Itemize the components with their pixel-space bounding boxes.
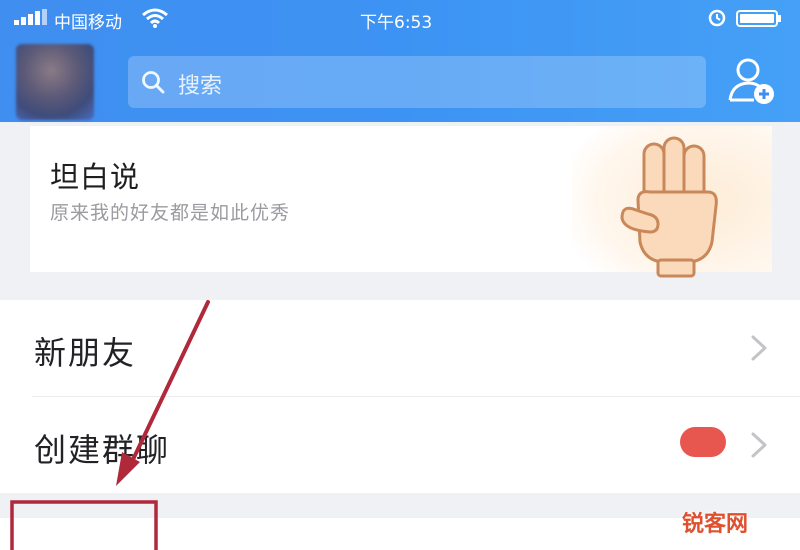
header: 中国移动 下午6:53 搜索 [0, 0, 800, 122]
list-item-new-friends[interactable]: 新朋友 [0, 300, 800, 396]
status-time: 下午6:53 [360, 13, 433, 33]
chevron-right-icon [751, 432, 767, 458]
chevron-right-icon [751, 335, 767, 361]
card-subtitle: 原来我的好友都是如此优秀 [50, 202, 291, 224]
avatar[interactable] [16, 44, 94, 120]
next-list-row [0, 518, 800, 550]
battery-icon [736, 10, 781, 27]
notification-badge [680, 427, 726, 457]
signal-icon [14, 9, 47, 25]
three-finger-hand-icon [620, 136, 718, 278]
watermark-text: 锐客网 [682, 512, 749, 537]
search-placeholder: 搜索 [178, 74, 223, 99]
add-friend-icon[interactable] [724, 54, 780, 108]
carrier-name: 中国移动 [54, 13, 122, 33]
search-icon [142, 71, 165, 94]
list-item-create-group[interactable]: 创建群聊 [0, 397, 800, 493]
card-title: 坦白说 [50, 160, 141, 194]
list-item-label: 新朋友 [34, 334, 137, 372]
wifi-icon [142, 8, 168, 28]
status-bar: 中国移动 下午6:53 [0, 0, 800, 38]
list-item-label: 创建群聊 [34, 431, 171, 469]
alarm-icon [708, 9, 726, 27]
qq-contacts-screen: 中国移动 下午6:53 搜索 坦白说 原来我的好友都是如此优秀 新朋友 创建群聊… [0, 0, 800, 550]
search-bar[interactable]: 搜索 [128, 56, 706, 108]
